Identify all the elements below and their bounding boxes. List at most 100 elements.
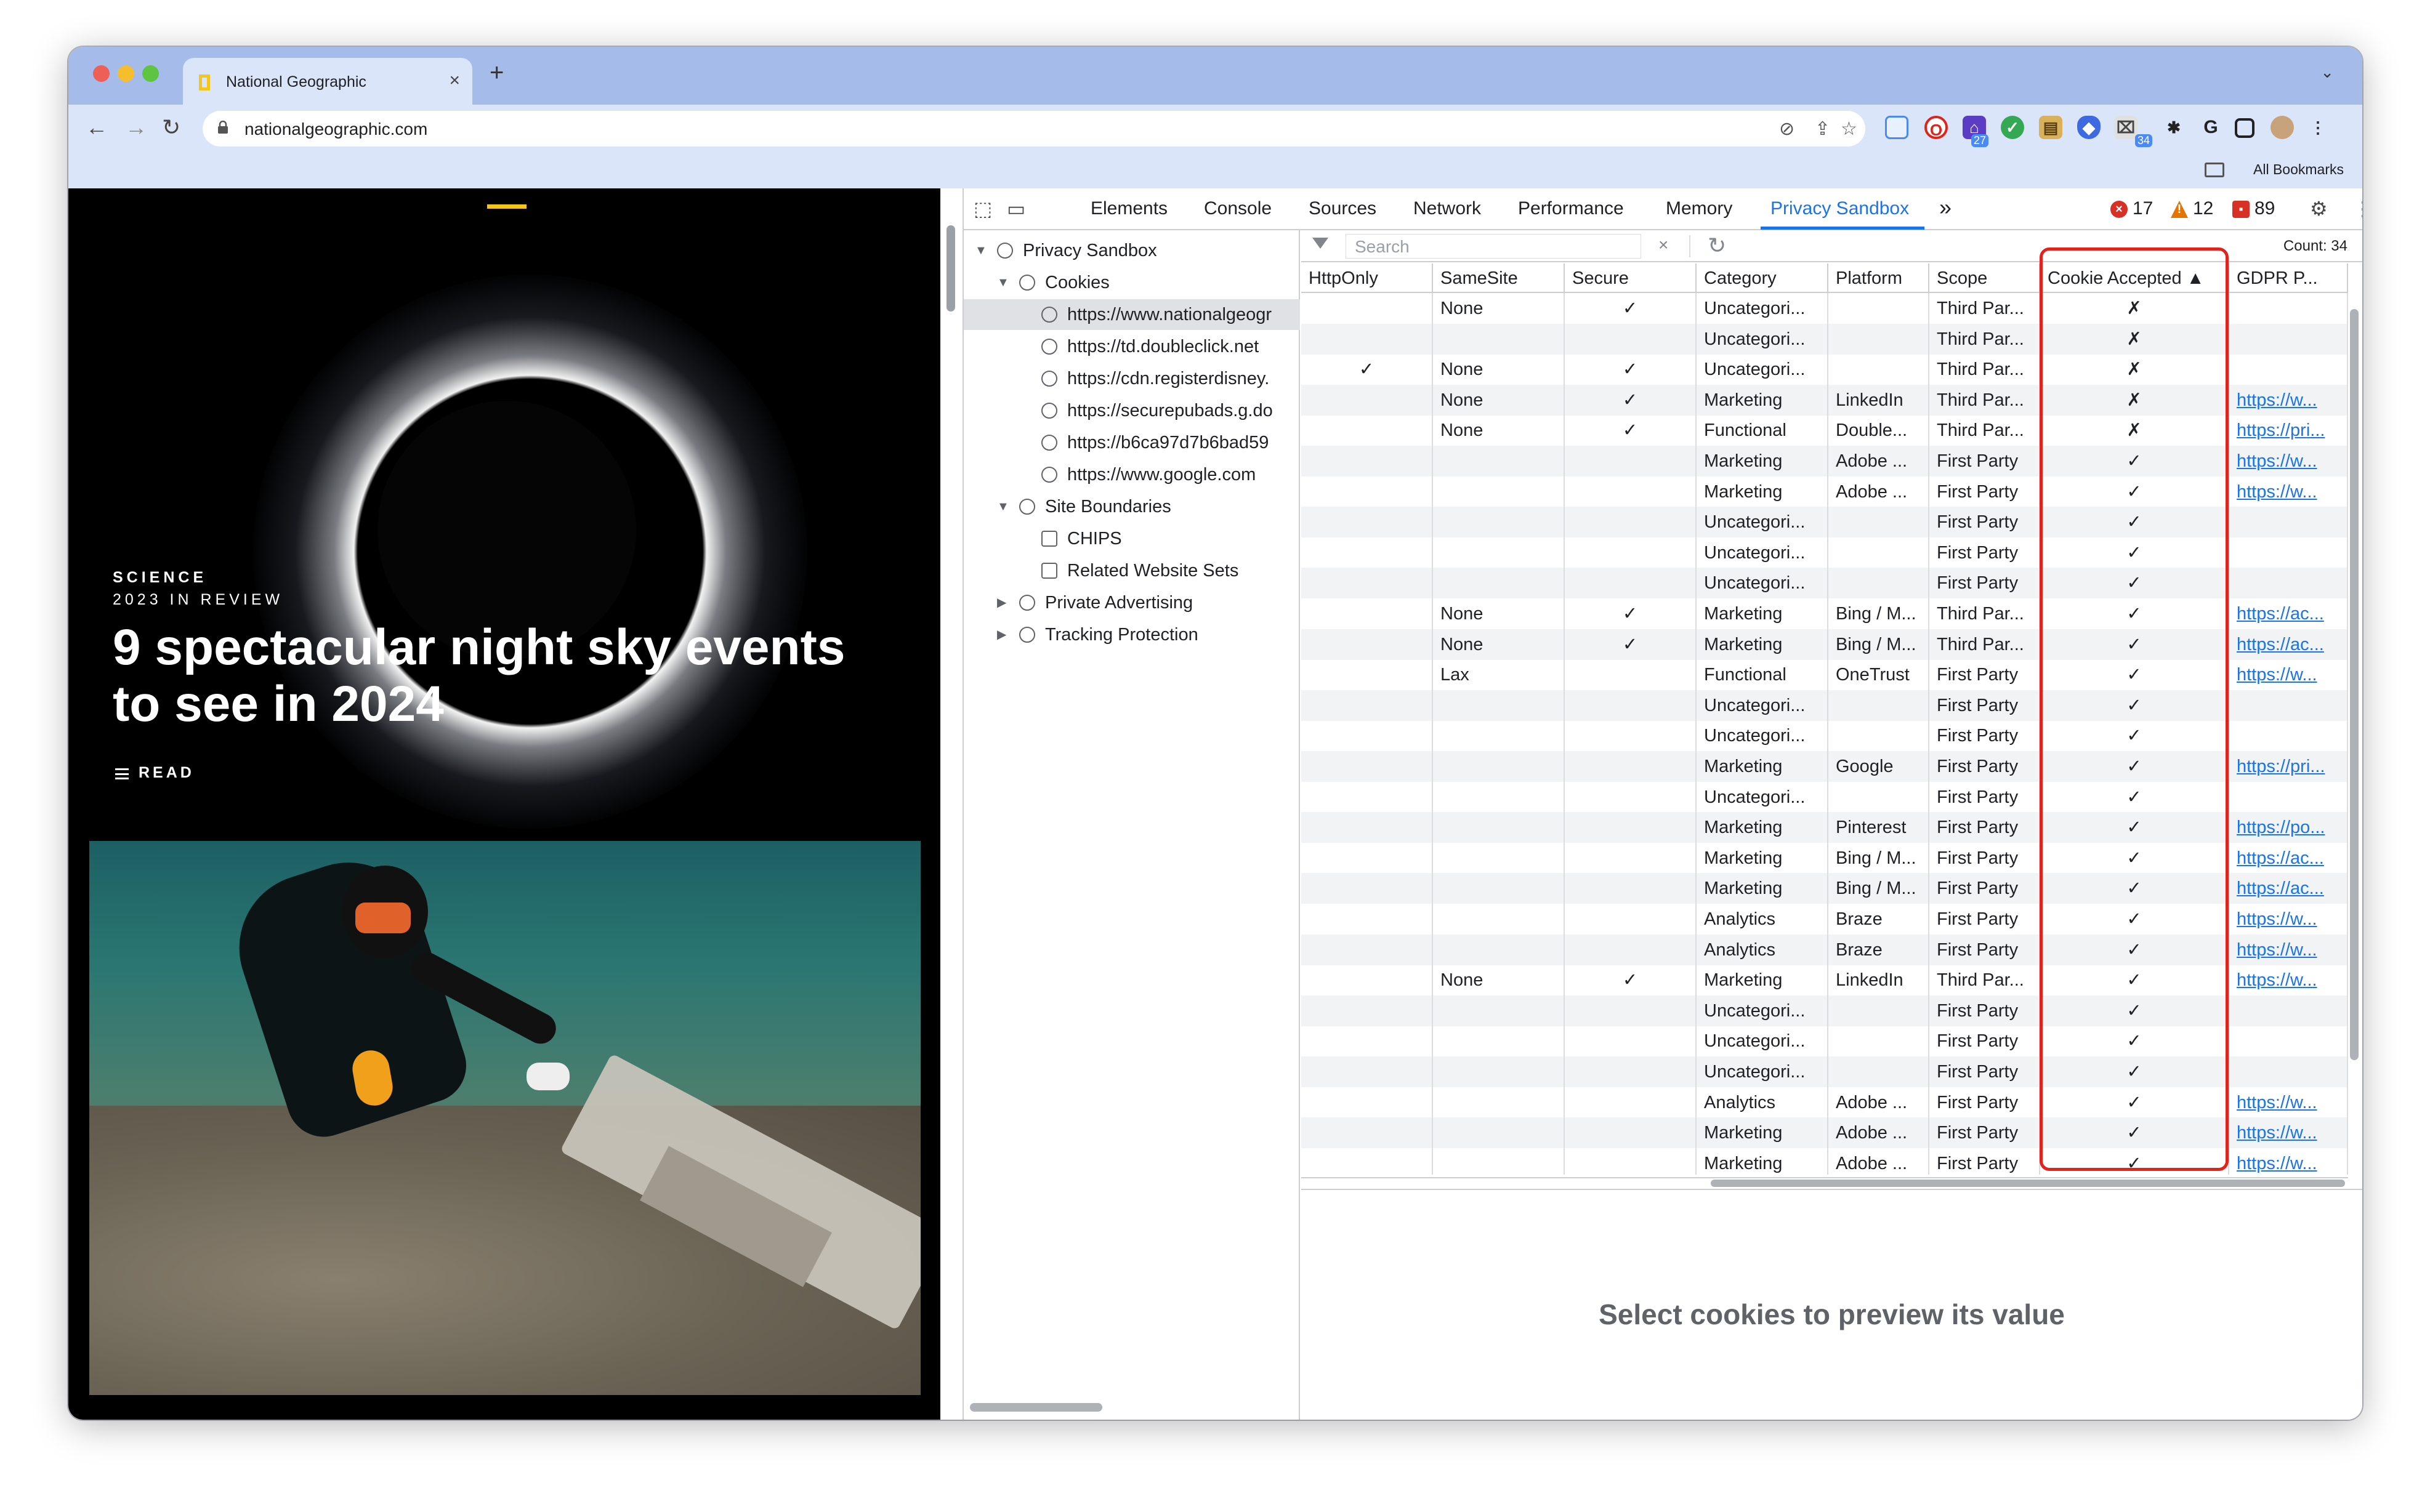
gdpr-link[interactable]: https://po... bbox=[2229, 812, 2348, 843]
extensions-puzzle-icon[interactable]: ✱ bbox=[2162, 116, 2186, 139]
table-cell bbox=[1433, 568, 1565, 599]
extension-window-icon[interactable] bbox=[1885, 116, 1908, 139]
devtools-menu-icon[interactable]: ⋮ bbox=[2353, 197, 2362, 220]
expand-triangle-icon[interactable]: ▼ bbox=[997, 491, 1009, 522]
expand-triangle-icon[interactable]: ▼ bbox=[997, 267, 1009, 298]
bookmark-star-icon[interactable]: ☆ bbox=[1841, 118, 1857, 140]
side-panel-icon[interactable] bbox=[2235, 118, 2254, 138]
column-header[interactable]: Secure bbox=[1565, 263, 1697, 293]
collapse-triangle-icon[interactable]: ▶ bbox=[997, 587, 1006, 618]
all-bookmarks-link[interactable]: All Bookmarks bbox=[2253, 161, 2344, 178]
minimize-window-button[interactable] bbox=[118, 65, 134, 82]
tab-memory[interactable]: Memory bbox=[1666, 198, 1732, 219]
article-subkicker[interactable]: 2023 IN REVIEW bbox=[113, 591, 283, 609]
browser-tab[interactable]: National Geographic × bbox=[183, 58, 472, 105]
tab-console[interactable]: Console bbox=[1204, 198, 1272, 219]
tree-item[interactable]: CHIPS bbox=[964, 523, 1300, 554]
tree-item[interactable]: ▼ Site Boundaries bbox=[964, 491, 1300, 522]
article-headline[interactable]: 9 spectacular night sky events to see in… bbox=[113, 619, 889, 733]
column-header[interactable]: GDPR P... bbox=[2229, 263, 2348, 293]
tab-close-icon[interactable]: × bbox=[449, 70, 460, 91]
new-tab-button[interactable]: + bbox=[490, 59, 504, 87]
reload-icon[interactable]: ↻ bbox=[162, 115, 180, 140]
table-vertical-scrollbar[interactable] bbox=[2350, 309, 2359, 1060]
table-cell bbox=[1565, 812, 1697, 843]
filter-funnel-icon[interactable] bbox=[1312, 238, 1328, 249]
issues-count[interactable]: ▪ 89 bbox=[2232, 198, 2275, 219]
gdpr-link[interactable]: https://w... bbox=[2229, 934, 2348, 965]
back-arrow-icon[interactable]: ← bbox=[86, 115, 108, 140]
sidebar-scrollbar[interactable] bbox=[970, 1403, 1102, 1412]
clear-search-icon[interactable]: × bbox=[1658, 235, 1668, 255]
gdpr-link[interactable]: https://w... bbox=[2229, 904, 2348, 935]
profile-avatar[interactable] bbox=[2271, 116, 2294, 139]
extension-book-icon[interactable]: ▤ bbox=[2039, 116, 2062, 139]
tab-performance[interactable]: Performance bbox=[1518, 198, 1624, 219]
gdpr-link[interactable]: https://w... bbox=[2229, 659, 2348, 691]
gdpr-link[interactable]: https://ac... bbox=[2229, 598, 2348, 629]
page-scrollbar[interactable] bbox=[940, 188, 964, 1420]
tree-item[interactable]: https://cdn.registerdisney. bbox=[964, 363, 1300, 394]
tree-item[interactable]: https://www.nationalgeogr bbox=[964, 299, 1300, 330]
gdpr-link[interactable]: https://ac... bbox=[2229, 842, 2348, 874]
gdpr-link[interactable]: https://ac... bbox=[2229, 629, 2348, 660]
maximize-window-button[interactable] bbox=[142, 65, 159, 82]
tree-item[interactable]: https://www.google.com bbox=[964, 459, 1300, 490]
tree-item[interactable]: https://b6ca97d7b6bad59 bbox=[964, 427, 1300, 458]
gdpr-link[interactable]: https://w... bbox=[2229, 1087, 2348, 1118]
google-g-icon[interactable]: G bbox=[2199, 116, 2222, 139]
gdpr-link[interactable]: https://w... bbox=[2229, 446, 2348, 477]
tree-item[interactable]: ▼ Cookies bbox=[964, 267, 1300, 298]
refresh-icon[interactable]: ↻ bbox=[1708, 233, 1726, 259]
error-count[interactable]: × 17 bbox=[2110, 198, 2153, 219]
extension-shield-icon[interactable]: ◆ bbox=[2077, 116, 2101, 139]
expand-triangle-icon[interactable]: ▼ bbox=[975, 235, 987, 266]
article-kicker[interactable]: SCIENCE bbox=[113, 569, 207, 587]
column-header[interactable]: HttpOnly bbox=[1301, 263, 1433, 293]
section-icon bbox=[997, 243, 1013, 259]
tree-item[interactable]: ▶ Tracking Protection bbox=[964, 619, 1300, 650]
tab-search-chevron-icon[interactable]: ⌄ bbox=[2320, 63, 2334, 82]
table-horizontal-scrollbar[interactable] bbox=[1711, 1180, 2345, 1187]
read-link[interactable]: READ bbox=[115, 764, 195, 782]
gdpr-link[interactable]: https://w... bbox=[2229, 1117, 2348, 1149]
gdpr-link[interactable]: https://w... bbox=[2229, 1148, 2348, 1175]
tree-item[interactable]: Related Website Sets bbox=[964, 555, 1300, 586]
tab-sources[interactable]: Sources bbox=[1309, 198, 1376, 219]
column-header[interactable]: Platform bbox=[1828, 263, 1929, 293]
eye-slash-icon[interactable]: ⊘ bbox=[1779, 118, 1794, 140]
table-cell: Functional bbox=[1697, 659, 1828, 691]
device-toolbar-icon[interactable]: ▭ bbox=[1007, 197, 1025, 220]
extension-shield-check-icon[interactable]: ✓ bbox=[2001, 116, 2024, 139]
settings-gear-icon[interactable]: ⚙ bbox=[2310, 197, 2328, 220]
tree-item[interactable]: ▼ Privacy Sandbox bbox=[964, 235, 1300, 266]
gdpr-link[interactable]: https://ac... bbox=[2229, 873, 2348, 904]
tab-network[interactable]: Network bbox=[1413, 198, 1481, 219]
diver-photo[interactable] bbox=[89, 841, 921, 1395]
column-header[interactable]: SameSite bbox=[1433, 263, 1565, 293]
gdpr-link[interactable]: https://w... bbox=[2229, 384, 2348, 416]
gdpr-link[interactable]: https://w... bbox=[2229, 476, 2348, 507]
gdpr-link[interactable]: https://pri... bbox=[2229, 751, 2348, 782]
tree-item[interactable]: ▶ Private Advertising bbox=[964, 587, 1300, 618]
extension-cast-icon[interactable]: ⌧ bbox=[2114, 116, 2137, 139]
collapse-triangle-icon[interactable]: ▶ bbox=[997, 619, 1006, 650]
tab-privacy-sandbox[interactable]: Privacy Sandbox bbox=[1770, 198, 1909, 219]
gdpr-link[interactable]: https://pri... bbox=[2229, 415, 2348, 446]
column-header[interactable]: Scope bbox=[1929, 263, 2040, 293]
address-bar[interactable]: nationalgeographic.com ⊘ ⇪ ☆ bbox=[203, 111, 1865, 147]
column-header[interactable]: Category bbox=[1697, 263, 1828, 293]
close-window-button[interactable] bbox=[93, 65, 110, 82]
opera-extension-icon[interactable]: O bbox=[1924, 116, 1948, 139]
tab-elements[interactable]: Elements bbox=[1091, 198, 1168, 219]
inspect-element-icon[interactable]: ⬚ bbox=[974, 197, 992, 220]
forward-arrow-icon[interactable]: → bbox=[125, 115, 147, 140]
more-tabs-icon[interactable]: » bbox=[1939, 195, 1952, 220]
warning-count[interactable]: ! 12 bbox=[2171, 198, 2213, 219]
share-icon[interactable]: ⇪ bbox=[1815, 118, 1830, 140]
browser-menu-icon[interactable]: ⋮ bbox=[2306, 116, 2330, 139]
tree-item[interactable]: https://td.doubleclick.net bbox=[964, 331, 1300, 362]
gdpr-link[interactable]: https://w... bbox=[2229, 965, 2348, 996]
search-input[interactable]: Search bbox=[1346, 234, 1641, 259]
tree-item[interactable]: https://securepubads.g.do bbox=[964, 395, 1300, 426]
